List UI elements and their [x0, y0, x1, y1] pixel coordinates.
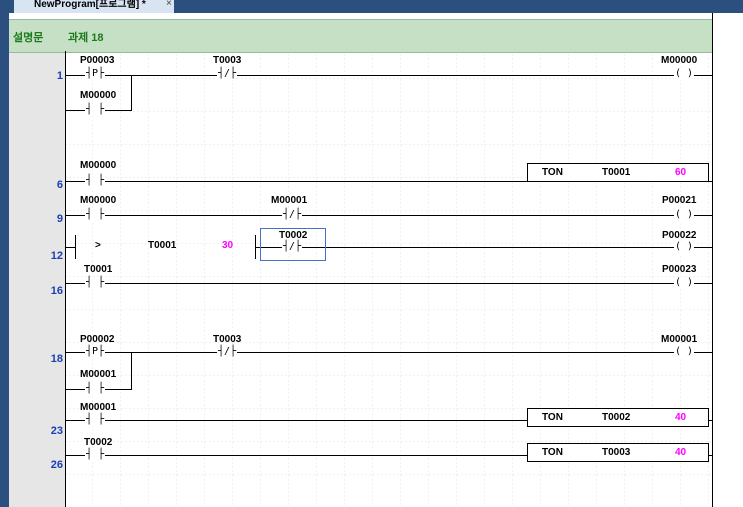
grid-overlay	[65, 51, 712, 507]
contact-normally-open[interactable]: ┤ ├	[85, 277, 106, 289]
coil-label: P00021	[662, 195, 697, 206]
contact-label: T0003	[213, 55, 242, 66]
contact-normally-closed[interactable]: ┤/├	[217, 346, 238, 358]
contact-positive-edge[interactable]: ┤P├	[85, 346, 106, 358]
output-coil[interactable]: ( )	[674, 346, 695, 358]
window-left-edge	[0, 13, 9, 507]
timer-block[interactable]: TON T0001 60	[527, 163, 709, 182]
rung-number: 26	[50, 459, 63, 471]
timer-preset: 60	[675, 167, 687, 178]
timer-block[interactable]: TON T0002 40	[527, 408, 709, 427]
output-coil[interactable]: ( )	[674, 209, 695, 221]
description-text: 과제 18	[68, 32, 104, 44]
rung-wire	[65, 75, 712, 76]
compare-bracket-left	[75, 235, 76, 259]
timer-name: T0001	[602, 167, 631, 178]
left-power-rail	[65, 51, 66, 507]
rung-number: 9	[56, 213, 63, 225]
coil-label: M00001	[661, 334, 698, 345]
rung-wire	[65, 420, 527, 421]
rung-number: 16	[50, 285, 63, 297]
timer-preset: 40	[675, 447, 687, 458]
contact-label: T0002	[84, 437, 113, 448]
rung-wire	[65, 283, 712, 284]
right-power-rail	[712, 13, 713, 507]
contact-normally-closed[interactable]: ┤/├	[282, 209, 303, 221]
branch-wire	[131, 352, 132, 390]
close-icon[interactable]: ×	[166, 0, 172, 9]
description-row[interactable]	[9, 19, 712, 53]
coil-label: P00023	[662, 264, 697, 275]
ladder-editor[interactable]	[9, 13, 743, 507]
contact-label: T0001	[84, 264, 113, 275]
rung-number-gutter	[9, 51, 66, 507]
output-coil[interactable]: ( )	[674, 241, 695, 253]
rung-wire	[65, 215, 712, 216]
contact-label: M00001	[80, 402, 117, 413]
contact-label: M00001	[80, 369, 117, 380]
contact-label: T0003	[213, 334, 242, 345]
timer-type: TON	[542, 412, 563, 423]
contact-label: M00000	[80, 195, 117, 206]
contact-label: M00000	[80, 90, 117, 101]
contact-normally-closed[interactable]: ┤/├	[217, 68, 238, 80]
rung-wire	[65, 352, 712, 353]
branch-wire	[131, 75, 132, 111]
rung-number: 23	[50, 425, 63, 437]
rung-number: 6	[56, 179, 63, 191]
contact-normally-closed[interactable]: ┤/├	[282, 241, 303, 253]
tab-title: NewProgram[프로그램] *	[34, 0, 146, 10]
rung-wire	[65, 181, 527, 182]
rung-wire	[65, 455, 527, 456]
contact-normally-open[interactable]: ┤ ├	[85, 175, 106, 187]
contact-normally-open[interactable]: ┤ ├	[85, 383, 106, 395]
timer-name: T0003	[602, 447, 631, 458]
contact-label: P00002	[80, 334, 115, 345]
contact-normally-open[interactable]: ┤ ├	[85, 104, 106, 116]
contact-positive-edge[interactable]: ┤P├	[85, 68, 106, 80]
timer-type: TON	[542, 447, 563, 458]
tab-newprogram[interactable]: NewProgram[프로그램] * ×	[14, 0, 174, 13]
description-label: 설명문	[13, 32, 44, 44]
compare-operator[interactable]: >	[95, 240, 101, 252]
contact-label: M00000	[80, 160, 117, 171]
output-coil[interactable]: ( )	[674, 68, 695, 80]
contact-label: P00003	[80, 55, 115, 66]
contact-normally-open[interactable]: ┤ ├	[85, 414, 106, 426]
contact-label: M00001	[271, 195, 308, 206]
contact-normally-open[interactable]: ┤ ├	[85, 209, 106, 221]
output-coil[interactable]: ( )	[674, 277, 695, 289]
timer-type: TON	[542, 167, 563, 178]
rung-number: 18	[50, 353, 63, 365]
rung-number: 1	[56, 70, 63, 82]
timer-name: T0002	[602, 412, 631, 423]
compare-operand-b[interactable]: 30	[222, 240, 233, 252]
rung-wire	[65, 247, 75, 248]
rung-number: 12	[50, 250, 63, 262]
compare-operand-a[interactable]: T0001	[148, 240, 176, 252]
coil-label: M00000	[661, 55, 698, 66]
contact-normally-open[interactable]: ┤ ├	[85, 449, 106, 461]
timer-preset: 40	[675, 412, 687, 423]
timer-block[interactable]: TON T0003 40	[527, 443, 709, 462]
